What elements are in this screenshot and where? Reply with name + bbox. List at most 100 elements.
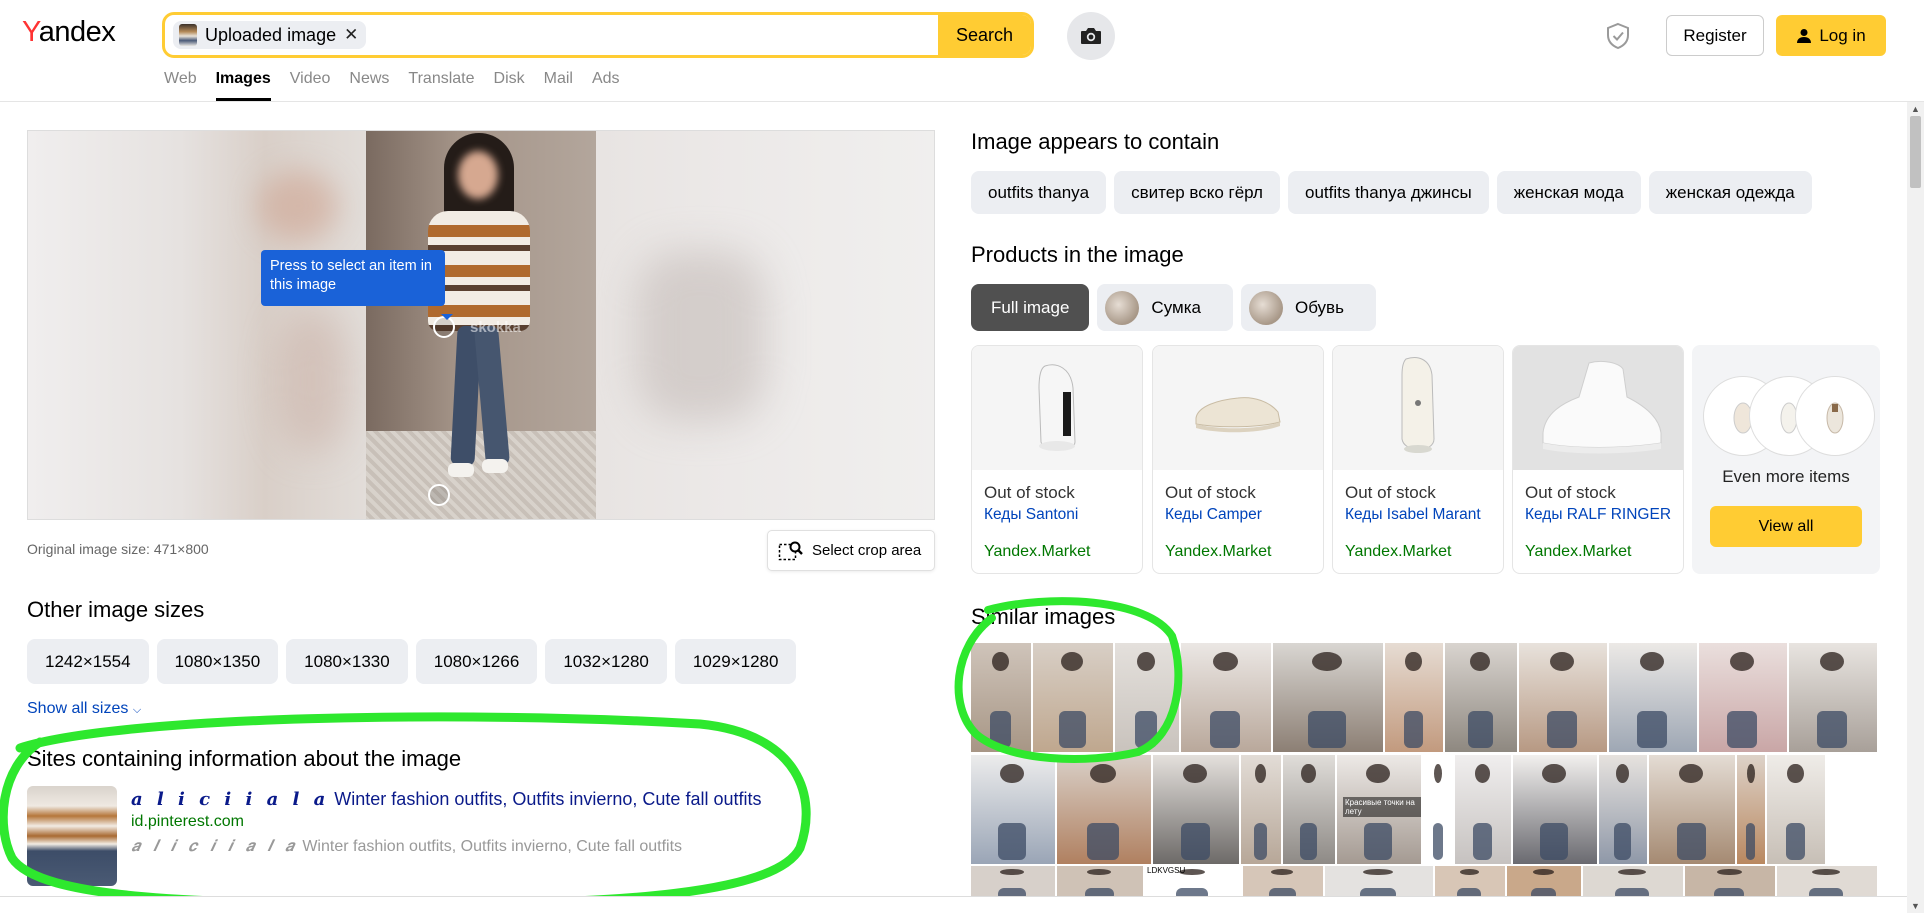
select-crop-area-button[interactable]: Select crop area (767, 530, 935, 571)
nav-tab-web[interactable]: Web (164, 70, 197, 88)
stock-status: Out of stock (984, 483, 1075, 502)
item-hotspot-shoes[interactable] (428, 484, 450, 506)
size-chip[interactable]: 1080×1350 (156, 639, 279, 684)
close-icon[interactable]: ✕ (344, 25, 358, 45)
nav-tab-translate[interactable]: Translate (408, 70, 474, 88)
tag-chip[interactable]: outfits thanya (971, 171, 1107, 214)
shoes-thumbnail (1248, 290, 1283, 325)
search-bar[interactable]: Uploaded image ✕ Search (162, 12, 1034, 58)
scrollbar-thumb[interactable] (1910, 116, 1921, 188)
image-tags-list: outfits thanya свитер вско гёрл outfits … (971, 171, 1812, 214)
view-all-button[interactable]: View all (1710, 506, 1862, 547)
similar-image[interactable] (1115, 643, 1179, 752)
product-card[interactable]: Out of stock Кеды Santoni Yandex.Market (971, 345, 1143, 574)
tab-shoes[interactable]: Обувь (1240, 284, 1376, 331)
tag-chip[interactable]: женская мода (1496, 171, 1641, 214)
similar-image[interactable] (1519, 643, 1607, 752)
tab-full-image[interactable]: Full image (971, 284, 1090, 331)
similar-image[interactable] (1789, 643, 1877, 752)
similar-image[interactable]: Красивые точки на лету (1337, 755, 1421, 864)
similar-image[interactable] (1273, 643, 1383, 752)
similar-images-row: Красивые точки на лету (971, 755, 1825, 864)
site-result-thumbnail[interactable] (27, 786, 117, 886)
similar-image[interactable] (1283, 755, 1335, 864)
blurred-background-left (28, 131, 366, 519)
product-market[interactable]: Yandex.Market (1345, 543, 1451, 561)
product-card[interactable]: Out of stock Кеды RALF RINGER Yandex.Mar… (1512, 345, 1684, 574)
nav-tab-ads[interactable]: Ads (592, 70, 620, 88)
similar-image[interactable] (971, 643, 1031, 752)
product-market[interactable]: Yandex.Market (984, 543, 1090, 561)
product-card[interactable]: Out of stock Кеды Isabel Marant Yandex.M… (1332, 345, 1504, 574)
scroll-down-icon[interactable]: ▼ (1911, 901, 1920, 911)
camera-icon[interactable] (1067, 12, 1115, 60)
more-items-label: Even more items (1722, 467, 1850, 486)
crop-button-label: Select crop area (812, 542, 922, 559)
nav-tab-mail[interactable]: Mail (544, 70, 573, 88)
image-caption: LDKVGSU (1147, 866, 1186, 875)
vertical-scrollbar[interactable]: ▲ ▼ (1907, 102, 1924, 913)
more-items-card[interactable]: Even more items View all (1692, 345, 1880, 574)
site-result-title[interactable]: 𝒂 𝒍 𝒊 𝒄 𝒊 𝒊 𝒂 𝒍 𝒂 Winter fashion outfits… (131, 789, 761, 810)
similar-image[interactable] (1181, 643, 1271, 752)
similar-image[interactable] (1153, 755, 1239, 864)
similar-image[interactable] (1057, 755, 1151, 864)
query-image-viewer[interactable]: skokka Press to select an item in this i… (27, 130, 935, 520)
query-photo[interactable]: skokka (366, 131, 596, 519)
similar-image[interactable] (1033, 643, 1113, 752)
size-chip[interactable]: 1029×1280 (674, 639, 797, 684)
tab-bag[interactable]: Сумка (1097, 284, 1233, 331)
product-market[interactable]: Yandex.Market (1525, 543, 1631, 561)
login-button[interactable]: Log in (1776, 15, 1886, 56)
similar-image[interactable] (1599, 755, 1647, 864)
similar-image[interactable] (1649, 755, 1735, 864)
similar-image[interactable] (971, 755, 1055, 864)
product-name[interactable]: Кеды Camper (1165, 506, 1317, 524)
size-chip[interactable]: 1032×1280 (545, 639, 667, 684)
nav-tab-news[interactable]: News (349, 70, 389, 88)
size-chip[interactable]: 1242×1554 (27, 639, 149, 684)
similar-image[interactable] (1513, 755, 1597, 864)
similar-image[interactable] (1737, 755, 1765, 864)
shield-icon[interactable] (1604, 22, 1632, 50)
similar-image[interactable] (1445, 643, 1517, 752)
image-sizes-list: 1242×1554 1080×1350 1080×1330 1080×1266 … (27, 639, 797, 684)
product-name[interactable]: Кеды RALF RINGER (1525, 506, 1677, 524)
tag-chip[interactable]: женская одежда (1648, 171, 1812, 214)
scroll-up-icon[interactable]: ▲ (1911, 104, 1920, 114)
yandex-logo[interactable]: Yandex (22, 16, 116, 49)
similar-image[interactable] (1455, 755, 1511, 864)
similar-image[interactable] (1767, 755, 1825, 864)
similar-image[interactable] (1699, 643, 1787, 752)
nav-tab-images[interactable]: Images (215, 70, 271, 101)
site-result-domain[interactable]: id.pinterest.com (131, 813, 244, 831)
similar-images-heading: Similar images (971, 604, 1116, 629)
product-market[interactable]: Yandex.Market (1165, 543, 1271, 561)
header-divider (0, 101, 1924, 102)
similar-image[interactable] (1241, 755, 1281, 864)
horizontal-scrollbar[interactable] (0, 896, 1907, 913)
service-nav: Web Images Video News Translate Disk Mai… (164, 70, 620, 101)
product-image (1153, 346, 1323, 470)
similar-image[interactable] (1609, 643, 1697, 752)
annotation-circle-sites (0, 712, 811, 909)
login-label: Log in (1819, 25, 1866, 45)
tag-chip[interactable]: outfits thanya джинсы (1287, 171, 1489, 214)
similar-image[interactable] (1385, 643, 1443, 752)
products-heading: Products in the image (971, 242, 1184, 267)
size-chip[interactable]: 1080×1266 (415, 639, 538, 684)
register-button[interactable]: Register (1666, 15, 1764, 56)
tag-chip[interactable]: свитер вско гёрл (1114, 171, 1280, 214)
product-name[interactable]: Кеды Isabel Marant (1345, 506, 1497, 524)
stock-status: Out of stock (1345, 483, 1436, 502)
uploaded-image-chip[interactable]: Uploaded image ✕ (173, 21, 367, 49)
similar-image[interactable] (1423, 755, 1453, 864)
size-chip[interactable]: 1080×1330 (286, 639, 408, 684)
search-button[interactable]: Search (938, 15, 1031, 55)
product-card[interactable]: Out of stock Кеды Camper Yandex.Market (1152, 345, 1324, 574)
nav-tab-disk[interactable]: Disk (494, 70, 525, 88)
show-all-sizes-link[interactable]: Show all sizes ⌵ (27, 700, 141, 718)
site-result-description: 𝒂 𝒍 𝒊 𝒄 𝒊 𝒊 𝒂 𝒍 𝒂 Winter fashion outfits… (131, 836, 683, 855)
product-name[interactable]: Кеды Santoni (984, 506, 1136, 524)
nav-tab-video[interactable]: Video (290, 70, 331, 88)
